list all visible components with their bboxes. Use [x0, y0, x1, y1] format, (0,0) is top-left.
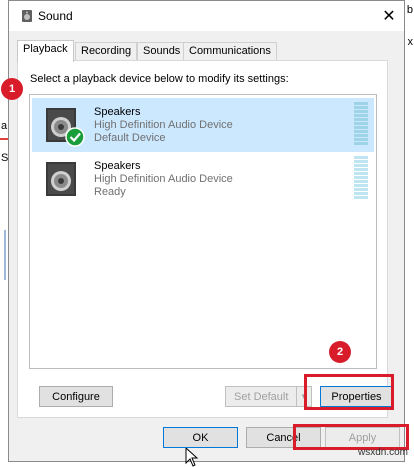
close-icon: ✕: [382, 8, 396, 25]
watermark: wsxdn.com: [357, 447, 408, 458]
background-text: a: [1, 120, 8, 132]
list-item-speakers-ready[interactable]: Speakers High Definition Audio Device Re…: [32, 152, 374, 206]
background-right: [404, 0, 414, 462]
speaker-icon: [46, 162, 76, 196]
device-status: Ready: [94, 186, 126, 198]
background-line: [4, 230, 6, 280]
list-item-speakers-default[interactable]: Speakers High Definition Audio Device De…: [32, 98, 374, 152]
device-name: Speakers: [94, 106, 141, 118]
mouse-cursor-icon: [185, 447, 199, 467]
volume-level-meter: [354, 156, 368, 202]
background-text: b: [406, 4, 413, 16]
volume-level-meter: [354, 102, 368, 148]
device-status: Default Device: [94, 132, 166, 144]
set-default-button: Set Default ▼: [225, 386, 312, 407]
playback-panel: Select a playback device below to modify…: [17, 60, 393, 467]
ok-button[interactable]: OK: [163, 427, 238, 448]
speaker-icon: [46, 108, 85, 147]
background-text: x: [407, 36, 414, 48]
properties-highlight-box: [304, 374, 394, 410]
background-line: [0, 138, 8, 140]
speaker-app-icon: [22, 10, 32, 22]
close-button[interactable]: ✕: [374, 1, 404, 31]
annotation-badge-2: 2: [329, 341, 351, 363]
device-name: Speakers: [94, 160, 141, 172]
instruction-text: Select a playback device below to modify…: [30, 73, 289, 85]
tab-communications[interactable]: Communications: [183, 42, 277, 60]
annotation-badge-1: 1: [1, 78, 23, 100]
window-title: Sound: [38, 9, 73, 23]
set-default-label: Set Default: [234, 390, 289, 403]
tab-playback[interactable]: Playback: [17, 40, 74, 62]
tab-sounds[interactable]: Sounds: [137, 42, 187, 60]
device-description: High Definition Audio Device: [94, 173, 233, 185]
device-description: High Definition Audio Device: [94, 119, 233, 131]
tab-recording[interactable]: Recording: [75, 42, 138, 60]
configure-button[interactable]: Configure: [39, 386, 113, 407]
title-bar: Sound ✕: [9, 1, 404, 31]
device-list[interactable]: Speakers High Definition Audio Device De…: [29, 94, 377, 467]
